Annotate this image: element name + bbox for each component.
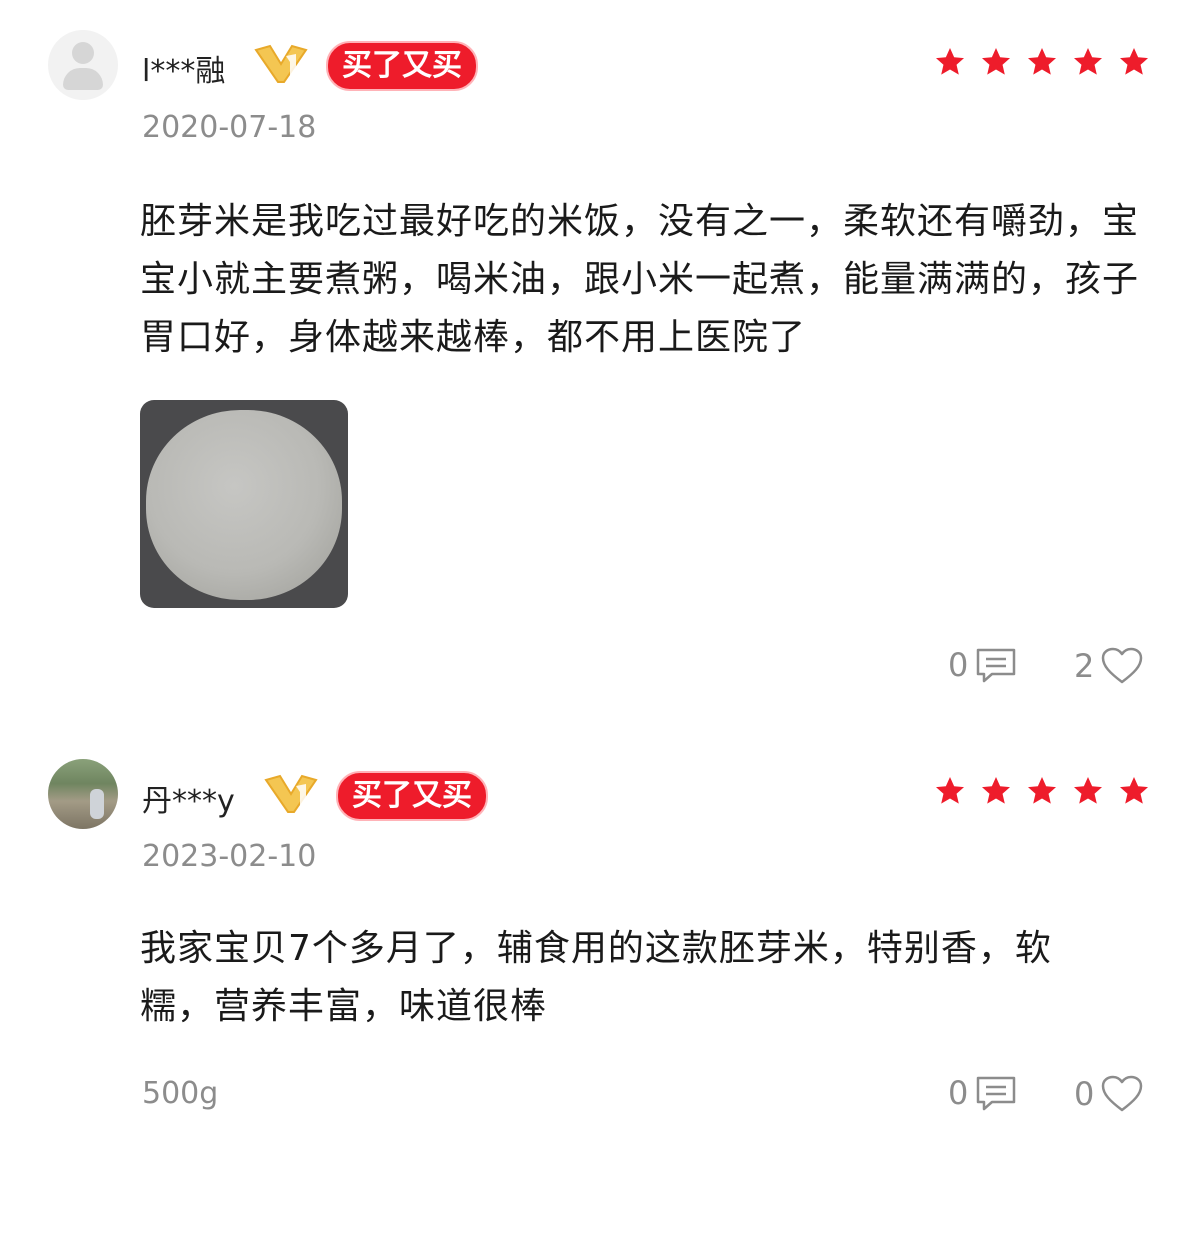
star-rating (934, 775, 1150, 807)
star-icon (1028, 48, 1056, 75)
review-date: 2020-07-18 (142, 110, 317, 145)
product-spec: 500g (142, 1076, 219, 1111)
comment-icon (977, 648, 1016, 683)
vip-badge-icon (264, 774, 318, 813)
like-count[interactable]: 0 (1074, 1074, 1144, 1114)
review-text: 我家宝贝7个多月了，辅食用的这款胚芽米，特别香，软糯，营养丰富，味道很棒 (140, 928, 1052, 1027)
comment-count[interactable]: 0 (948, 1074, 1018, 1112)
like-count-value: 0 (1074, 1075, 1095, 1113)
heart-icon (1102, 647, 1143, 684)
repurchase-badge: 买了又买 (326, 41, 478, 91)
star-rating (934, 46, 1150, 78)
heart-icon (1102, 1075, 1143, 1112)
username[interactable]: l***融 (142, 46, 225, 90)
star-icon (1028, 777, 1056, 804)
star-icon (982, 777, 1010, 804)
username[interactable]: 丹***y (142, 776, 235, 820)
comment-icon (977, 1076, 1016, 1111)
review-text: 胚芽米是我吃过最好吃的米饭，没有之一，柔软还有嚼劲，宝宝小就主要煮粥，喝米油，跟… (140, 201, 1140, 358)
like-count-value: 2 (1074, 647, 1095, 685)
star-icon (1120, 777, 1148, 804)
comment-count-value: 0 (948, 1074, 969, 1112)
avatar[interactable] (48, 30, 118, 100)
review-photo[interactable] (140, 400, 348, 608)
star-icon (1074, 777, 1102, 804)
star-icon (982, 48, 1010, 75)
comment-count[interactable]: 0 (948, 646, 1018, 684)
comment-count-value: 0 (948, 646, 969, 684)
avatar[interactable] (48, 759, 118, 829)
review-date: 2023-02-10 (142, 839, 317, 874)
vip-badge-icon (254, 44, 308, 83)
like-count[interactable]: 2 (1074, 646, 1144, 686)
star-icon (936, 777, 964, 804)
repurchase-badge: 买了又买 (336, 771, 488, 821)
star-icon (936, 48, 964, 75)
star-icon (1120, 48, 1148, 75)
star-icon (1074, 48, 1102, 75)
